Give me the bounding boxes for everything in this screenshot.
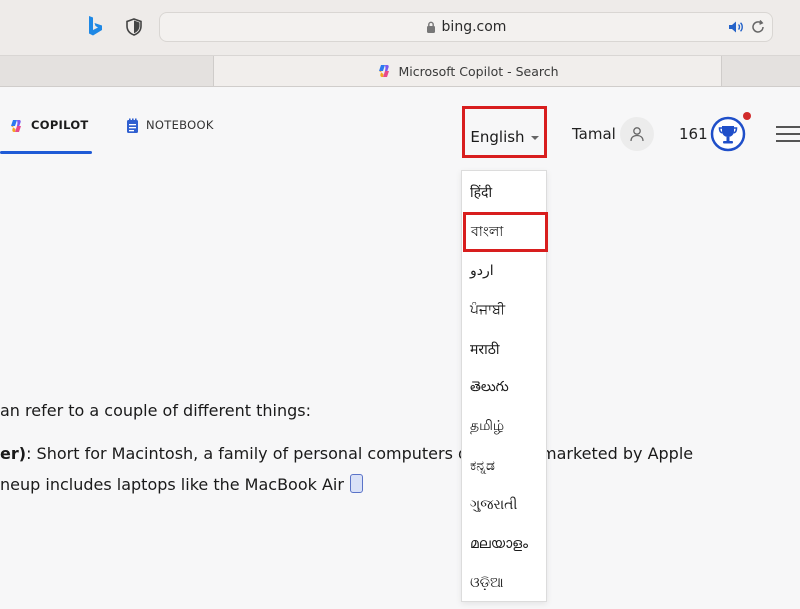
language-option-odia[interactable]: ଓଡ଼ିଆ [462, 564, 546, 602]
nav-notebook-label: NOTEBOOK [146, 118, 214, 132]
language-option-malayalam[interactable]: മലയാളം [462, 525, 546, 563]
nav-copilot-label: COPILOT [31, 118, 89, 132]
response-text-line: an refer to a couple of different things… [0, 401, 311, 420]
notification-dot [743, 112, 751, 120]
browser-toolbar: bing.com [0, 0, 800, 55]
language-option-punjabi[interactable]: ਪੰਜਾਬੀ [462, 291, 546, 329]
nav-copilot[interactable]: COPILOT [8, 118, 89, 154]
avatar[interactable] [620, 117, 654, 151]
response-text-line: neup includes laptops like the MacBook A… [0, 474, 363, 494]
chevron-down-icon [530, 136, 539, 140]
person-icon [630, 127, 644, 142]
language-option-kannada[interactable]: ಕನ್ನಡ [462, 447, 546, 485]
language-option-marathi[interactable]: मराठी [462, 330, 546, 368]
bing-logo-icon[interactable] [86, 15, 104, 37]
active-tab-indicator [0, 151, 92, 154]
reload-icon[interactable] [750, 19, 766, 35]
address-text: bing.com [441, 19, 507, 35]
language-option-gujarati[interactable]: ગુજરાતી [462, 486, 546, 524]
language-select-label: English [470, 128, 525, 146]
copilot-icon [11, 120, 21, 132]
citation-icon[interactable] [349, 474, 363, 493]
tab-title: Microsoft Copilot - Search [398, 63, 559, 79]
response-text-line: er): Short for Macintosh, a family of pe… [0, 444, 491, 463]
language-select-button[interactable]: English [462, 106, 547, 158]
rewards-points[interactable]: 161 [679, 125, 708, 143]
menu-icon[interactable] [776, 125, 800, 143]
rewards-trophy-icon[interactable] [710, 116, 746, 152]
language-option-bangla[interactable]: বাংলা [463, 212, 548, 252]
language-dropdown: हिंदी বাংলা اردو ਪੰਜਾਬੀ मराठी తెలుగు தமி… [461, 170, 548, 602]
language-option-urdu[interactable]: اردو [462, 252, 546, 290]
nav-notebook[interactable]: NOTEBOOK [126, 118, 214, 154]
lock-icon [426, 21, 435, 33]
tab-copilot-search[interactable]: Microsoft Copilot - Search [213, 56, 722, 86]
user-name[interactable]: Tamal [572, 125, 616, 143]
copilot-icon [379, 65, 390, 77]
language-option-tamil[interactable]: தமிழ் [462, 408, 546, 446]
address-bar[interactable]: bing.com [159, 12, 773, 42]
response-text-line-tail: marketed by Apple [541, 444, 694, 463]
notebook-icon [127, 118, 138, 133]
shield-icon[interactable] [126, 18, 142, 36]
language-option-hindi[interactable]: हिंदी [462, 173, 546, 211]
speaker-icon[interactable] [728, 20, 744, 34]
tab-bar: Microsoft Copilot - Search [0, 55, 800, 87]
language-option-telugu[interactable]: తెలుగు [462, 369, 546, 407]
